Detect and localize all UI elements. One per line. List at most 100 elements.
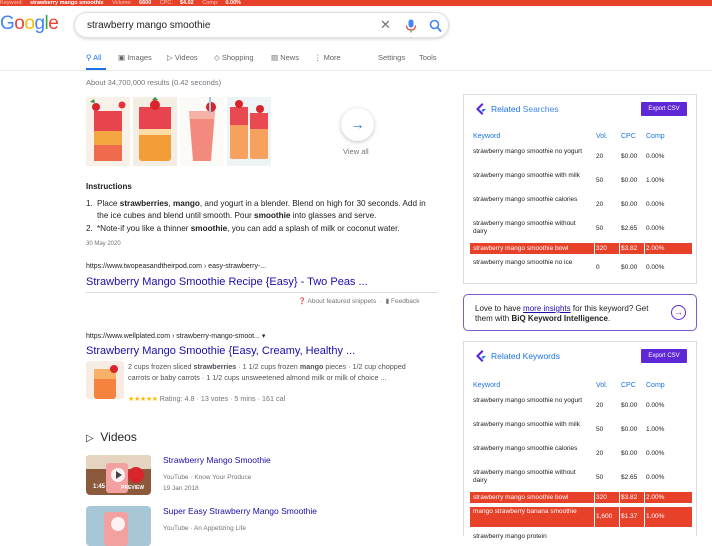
metric-cell: 1.00%: [646, 513, 665, 520]
metric-cell: 0: [596, 264, 600, 271]
smoothie-image-3[interactable]: [180, 97, 224, 166]
active-tab-underline: [86, 68, 106, 70]
tab-news[interactable]: ▤ News: [271, 53, 299, 62]
column-header[interactable]: Keyword: [473, 133, 500, 141]
metric-cell: 20: [596, 153, 604, 160]
smoothie-image-1[interactable]: [86, 97, 130, 166]
login-arrow-icon[interactable]: →: [671, 305, 686, 320]
table-row[interactable]: mango strawberry banana smoothie 1,600 $1.…: [470, 507, 692, 527]
metric-cell: 50: [596, 426, 604, 433]
keyword-cell: strawberry mango smoothie no ice: [473, 259, 573, 266]
related-keywords-panel: Related Keywords Export CSV Keyword Vol. C…: [463, 341, 697, 540]
cell-divider: [619, 243, 620, 254]
tab-all[interactable]: ⚲ All: [86, 53, 102, 62]
view-all-button[interactable]: →: [341, 108, 374, 141]
keyword-cell: strawberry mango smoothie no yogurt: [473, 148, 583, 155]
table-header: Keyword Vol. CPC Comp: [473, 382, 689, 392]
result-2-url[interactable]: https://www.wellplated.com › strawberry-…: [86, 332, 265, 340]
snippet-date: 30 May 2020: [86, 241, 121, 247]
tools-link[interactable]: Tools: [419, 53, 437, 62]
column-header[interactable]: Vol.: [596, 382, 608, 390]
metric-cell: 2.00%: [646, 244, 665, 252]
clear-icon[interactable]: ✕: [380, 17, 391, 33]
export-csv-button[interactable]: Export CSV: [641, 349, 687, 363]
play-icon: ▷: [167, 53, 173, 62]
more-insights-link[interactable]: more insights: [523, 304, 571, 313]
search-box[interactable]: strawberry mango smoothie ✕: [74, 12, 449, 38]
table-row[interactable]: strawberry mango smoothie with milk 50 $0.…: [473, 420, 689, 440]
smoothie-image-2[interactable]: [133, 97, 177, 166]
nav-divider: [0, 70, 712, 71]
column-header[interactable]: Comp: [646, 382, 665, 390]
table-row[interactable]: strawberry mango smoothie no ice 0 $0.00 0.…: [473, 258, 689, 278]
result-1-url[interactable]: https://www.twopeasandtheirpod.com › eas…: [86, 263, 266, 270]
biq-logo-icon: [476, 103, 486, 115]
about-snippets-link[interactable]: About featured snippets: [308, 298, 377, 305]
cell-divider: [644, 243, 645, 254]
table-row[interactable]: strawberry mango smoothie no yogurt 20 $0.…: [473, 396, 689, 416]
result-2-snippet: 2 cups frozen sliced strawberries · 1 1/…: [128, 362, 406, 382]
biq-promo-banner[interactable]: Love to have more insights for this keyw…: [463, 294, 697, 331]
metric-cell: $0.00: [621, 402, 638, 409]
tab-more[interactable]: ⋮ More: [314, 53, 341, 62]
search-input[interactable]: strawberry mango smoothie: [87, 20, 210, 31]
metric-cell: $2.65: [621, 474, 638, 481]
tab-images[interactable]: ▣ Images: [118, 53, 152, 62]
volume-value: 6600: [139, 0, 152, 6]
smoothie-image-4[interactable]: [227, 97, 271, 166]
column-header[interactable]: Vol.: [596, 133, 608, 141]
feedback-icon: ▮: [385, 298, 390, 305]
table-row[interactable]: strawberry mango smoothie calories 20 $0.0…: [473, 444, 689, 464]
table-row[interactable]: strawberry mango smoothie without dairy 5…: [473, 219, 689, 239]
cpc-label: CPC:: [159, 0, 173, 6]
metric-cell: 50: [596, 474, 604, 481]
result-2-title[interactable]: Strawberry Mango Smoothie {Easy, Creamy,…: [86, 345, 355, 357]
metric-cell: 20: [596, 402, 604, 409]
video-title[interactable]: Super Easy Strawberry Mango Smoothie: [163, 506, 317, 516]
result-1-title[interactable]: Strawberry Mango Smoothie Recipe {Easy} …: [86, 276, 368, 288]
microphone-icon[interactable]: [405, 19, 417, 33]
metric-cell: $0.00: [621, 201, 638, 208]
instruction-step: 2. *Note-if you like a thinner smoothie, …: [86, 224, 400, 233]
video-thumbnail[interactable]: [86, 506, 151, 546]
table-row[interactable]: strawberry mango smoothie calories 20 $0.0…: [473, 195, 689, 215]
tab-shopping[interactable]: ◇ Shopping: [214, 53, 254, 62]
snippet-divider: [86, 292, 438, 293]
tab-videos[interactable]: ▷ Videos: [167, 53, 198, 62]
table-row[interactable]: strawberry mango protein: [473, 531, 689, 542]
google-logo[interactable]: Google: [0, 13, 59, 35]
video-title[interactable]: Strawberry Mango Smoothie: [163, 455, 271, 465]
dropdown-icon[interactable]: ▾: [262, 333, 266, 340]
table-row[interactable]: strawberry mango smoothie without dairy 5…: [473, 468, 689, 488]
panel-header: Related Keywords Export CSV: [464, 342, 696, 372]
metric-cell: $0.00: [621, 450, 638, 457]
metric-cell: 0.00%: [646, 450, 665, 457]
column-header[interactable]: CPC: [621, 133, 636, 141]
result-2-thumbnail: [86, 361, 124, 399]
search-icon[interactable]: [429, 19, 442, 33]
table-row[interactable]: strawberry mango smoothie with milk 50 $0.…: [473, 171, 689, 191]
metric-cell: $1.37: [621, 513, 638, 520]
metric-cell: 2.00%: [646, 493, 665, 501]
logo-letter: o: [24, 13, 35, 34]
metric-cell: 20: [596, 201, 604, 208]
cell-divider: [594, 492, 595, 503]
metric-cell: $2.65: [621, 225, 638, 232]
table-row[interactable]: strawberry mango smoothie bowl 320 $3.82 2.…: [470, 492, 692, 503]
news-icon: ▤: [271, 53, 279, 62]
table-row[interactable]: strawberry mango smoothie no yogurt 20 $0.…: [473, 147, 689, 167]
column-header[interactable]: CPC: [621, 382, 636, 390]
rating-stars: ★★★★★: [128, 394, 158, 403]
column-header[interactable]: Keyword: [473, 382, 500, 390]
keyword-value: strawberry mango smoothie: [29, 0, 104, 6]
video-date: 19 Jan 2018: [163, 485, 199, 492]
export-csv-button[interactable]: Export CSV: [641, 102, 687, 116]
video-source: YouTube · An Appetizing Life: [163, 525, 246, 532]
keyword-cell: strawberry mango smoothie bowl: [473, 493, 569, 501]
feedback-link[interactable]: Feedback: [391, 298, 420, 305]
snippet-footer: ❓ About featured snippets · ▮ Feedback: [298, 298, 420, 305]
column-header[interactable]: Comp: [646, 133, 665, 141]
table-row[interactable]: strawberry mango smoothie bowl 320 $3.82 2.…: [470, 243, 692, 254]
view-all-label[interactable]: View all: [343, 147, 369, 156]
settings-link[interactable]: Settings: [378, 53, 405, 62]
